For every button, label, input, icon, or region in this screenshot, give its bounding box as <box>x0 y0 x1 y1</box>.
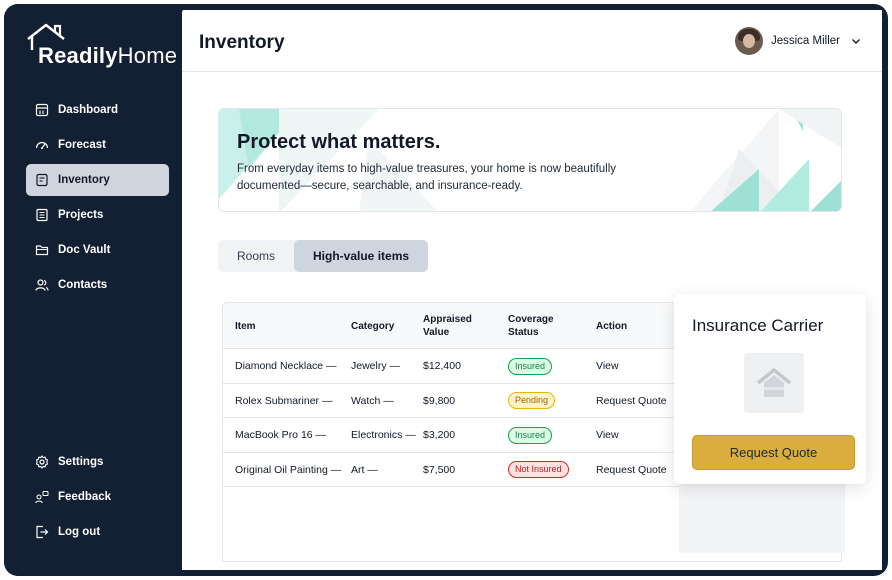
logo-text: ReadilyHome <box>38 43 178 68</box>
action-link[interactable]: Request Quote <box>596 384 667 418</box>
page-title: Inventory <box>199 32 285 53</box>
app-frame: ReadilyHome Dashboard Forecast Inventory <box>4 4 888 576</box>
house-placeholder-icon <box>756 368 792 397</box>
item-category: Jewelry — <box>351 360 401 372</box>
sidebar-item-forecast[interactable]: Forecast <box>26 129 169 161</box>
status-badge: Insured <box>508 357 553 375</box>
item-name: Rolex Submariner — <box>235 394 333 407</box>
sidebar-item-dashboard[interactable]: Dashboard <box>26 94 169 126</box>
action-link[interactable]: Request Quote <box>596 453 667 487</box>
contacts-icon <box>35 278 49 292</box>
status-badge: Insured <box>508 426 553 444</box>
sidebar-item-label: Settings <box>58 456 104 468</box>
chevron-down-icon <box>852 39 860 44</box>
sidebar-item-feedback[interactable]: Feedback <box>26 481 169 513</box>
carrier-logo <box>744 353 804 413</box>
logo[interactable]: ReadilyHome <box>26 22 178 70</box>
sidebar-item-inventory[interactable]: Inventory <box>26 164 169 196</box>
logout-icon <box>35 525 49 539</box>
item-name: Diamond Necklace — <box>235 360 337 372</box>
action-link[interactable]: View <box>596 418 619 452</box>
sidebar-item-settings[interactable]: Settings <box>26 446 169 478</box>
sidebar-item-label: Inventory <box>58 174 110 186</box>
sidebar-item-projects[interactable]: Projects <box>26 199 169 231</box>
item-value: $7,500 <box>423 463 456 476</box>
column-header-appraised-value[interactable]: Appraised Value <box>423 303 483 349</box>
feedback-icon <box>35 490 49 504</box>
column-header-coverage-status[interactable]: Coverage Status <box>508 303 568 349</box>
hero-banner: Protect what matters. From everyday item… <box>218 108 842 212</box>
insurance-carrier-card: Insurance Carrier Request Quote <box>674 294 866 484</box>
item-category: Art — <box>351 463 378 476</box>
sidebar-item-logout[interactable]: Log out <box>26 516 169 548</box>
carrier-title: Insurance Carrier <box>692 316 824 335</box>
sidebar-item-label: Contacts <box>58 279 108 291</box>
sidebar-item-contacts[interactable]: Contacts <box>26 269 169 301</box>
status-badge: Pending <box>508 392 556 409</box>
top-bar: Inventory Jessica Miller <box>182 10 882 72</box>
inventory-icon <box>35 173 49 187</box>
panel-background <box>679 484 845 553</box>
sidebar-item-label: Doc Vault <box>58 244 111 256</box>
folder-icon <box>35 243 49 257</box>
tab-rooms[interactable]: Rooms <box>218 240 294 272</box>
column-header-category[interactable]: Category <box>351 303 394 349</box>
tab-high-value-items[interactable]: High-value items <box>294 240 429 272</box>
tab-bar: Rooms High-value items <box>218 240 429 272</box>
projects-icon <box>35 208 49 222</box>
gear-icon <box>35 455 49 469</box>
item-category: Watch — <box>351 394 394 407</box>
banner-text: From everyday items to high-value treasu… <box>237 163 617 192</box>
sidebar-nav: Dashboard Forecast Inventory Projects Do… <box>26 94 169 304</box>
sidebar-item-label: Dashboard <box>58 104 119 116</box>
sidebar: ReadilyHome Dashboard Forecast Inventory <box>4 4 182 576</box>
gauge-icon <box>35 138 49 152</box>
action-link[interactable]: View <box>596 349 619 383</box>
item-category: Electronics — <box>351 429 416 441</box>
sidebar-item-label: Projects <box>58 209 104 221</box>
item-value: $12,400 <box>423 360 461 372</box>
request-quote-button[interactable]: Request Quote <box>692 435 855 470</box>
item-name: MacBook Pro 16 — <box>235 429 327 441</box>
user-menu[interactable]: Jessica Miller <box>734 27 862 55</box>
user-name: Jessica Miller <box>770 35 840 47</box>
main-content: Inventory Jessica Miller Protect what ma… <box>182 10 882 570</box>
sidebar-bottom-nav: Settings Feedback Log out <box>26 446 169 551</box>
item-value: $3,200 <box>423 429 456 441</box>
calendar-icon <box>35 103 49 117</box>
sidebar-item-label: Feedback <box>58 491 112 503</box>
item-name: Original Oil Painting — <box>235 463 342 476</box>
banner-title: Protect what matters. <box>237 131 441 153</box>
sidebar-item-label: Forecast <box>58 139 106 151</box>
status-badge: Not Insured <box>508 461 569 478</box>
sidebar-item-label: Log out <box>58 526 101 538</box>
sidebar-item-doc-vault[interactable]: Doc Vault <box>26 234 169 266</box>
avatar <box>734 27 763 55</box>
item-value: $9,800 <box>423 394 456 407</box>
column-header-action[interactable]: Action <box>596 303 627 349</box>
column-header-item[interactable]: Item <box>235 303 256 349</box>
